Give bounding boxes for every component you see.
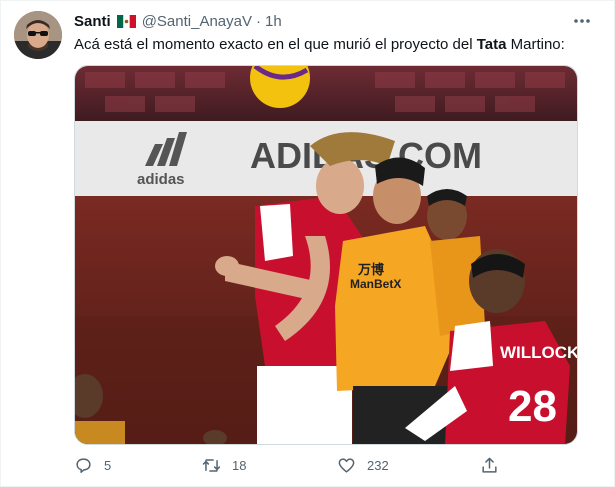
separator-dot: · [255, 12, 261, 30]
share-icon [482, 457, 497, 473]
shirt-sponsor: ManBetX [350, 277, 401, 291]
reply-count: 5 [104, 458, 112, 473]
like-button[interactable]: 232 [337, 456, 389, 475]
reply-button[interactable]: 5 [74, 456, 111, 475]
heart-icon [338, 458, 355, 473]
author-handle[interactable]: @Santi_AnayaV [142, 13, 252, 30]
tweet-photo[interactable]: adidas ADIDAS.COM 万博 ManBetX [74, 65, 578, 445]
tweet-actions: 5 18 232 [74, 456, 534, 478]
retweet-icon [202, 459, 221, 472]
shirt-number: 28 [508, 382, 557, 431]
tweet-header: Santi @Santi_AnayaV · 1h [74, 11, 282, 31]
tweet-text-bold: Tata [476, 36, 507, 53]
author-name[interactable]: Santi [74, 13, 111, 30]
reply-icon [76, 458, 91, 473]
like-count: 232 [367, 458, 389, 473]
shirt-sponsor-zh: 万博 [357, 262, 384, 277]
retweet-button[interactable]: 18 [202, 456, 246, 475]
tweet-timestamp[interactable]: 1h [265, 13, 282, 30]
board-brand-text: adidas [137, 171, 185, 188]
avatar[interactable] [14, 11, 62, 59]
tweet-text: Acá está el momento exacto en el que mur… [74, 35, 565, 55]
share-button[interactable] [480, 456, 510, 475]
tweet-text-part: Acá está el momento exacto en el que mur… [74, 36, 477, 53]
more-options-icon[interactable] [572, 13, 592, 29]
shirt-name: WILLOCK [500, 343, 578, 362]
mexico-flag-icon [116, 14, 136, 28]
tweet-card[interactable]: Santi @Santi_AnayaV · 1h Acá está el mom… [0, 0, 615, 487]
tweet-text-part: Martino: [506, 36, 565, 53]
retweet-count: 18 [232, 458, 247, 473]
